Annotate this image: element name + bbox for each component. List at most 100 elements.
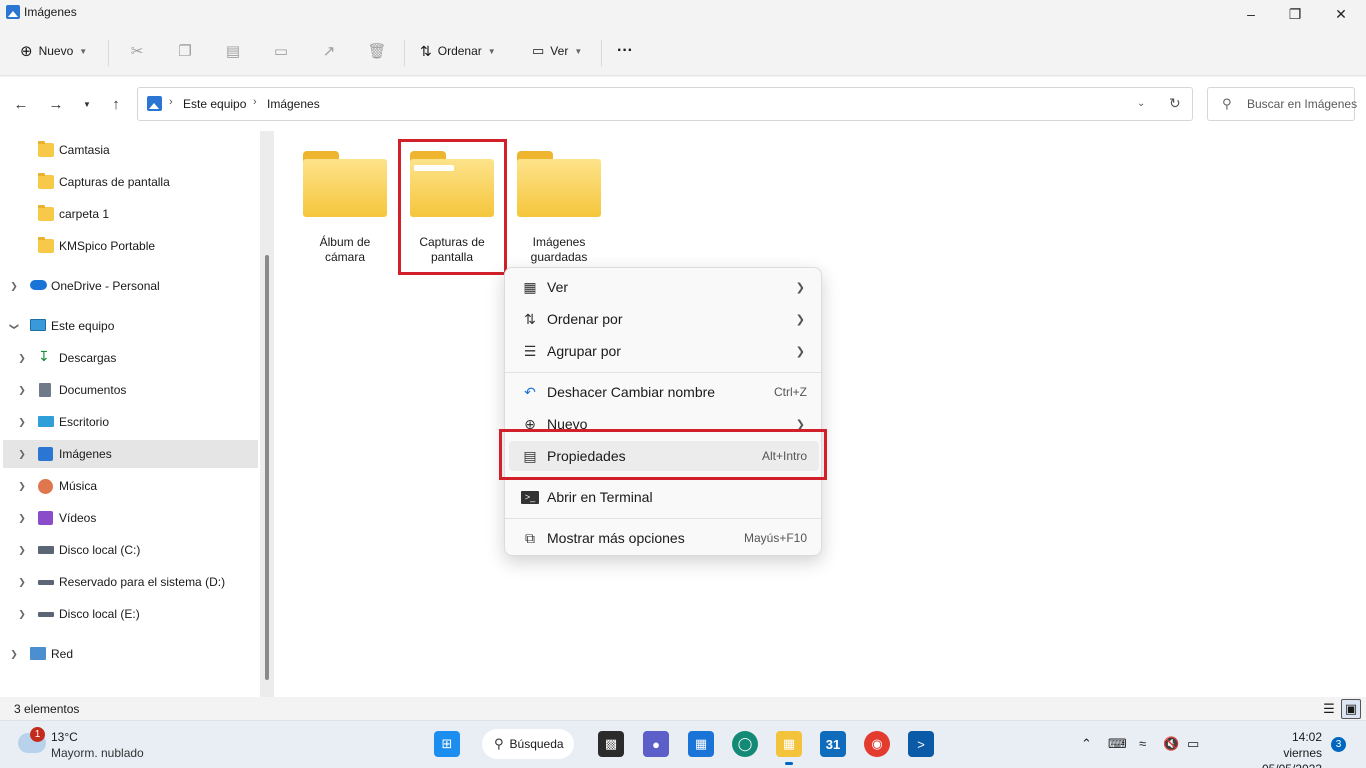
delete-icon[interactable]: 🗑 xyxy=(366,40,388,62)
sidebar-item-label: Vídeos xyxy=(59,511,97,525)
chevron-right-icon[interactable]: ❯ xyxy=(15,417,29,428)
sidebar-item-descargas[interactable]: ❯ ↧ Descargas xyxy=(0,344,258,372)
computer-icon xyxy=(30,319,46,331)
copy-icon[interactable]: ❐ xyxy=(174,40,196,62)
desktop-icon xyxy=(38,416,54,427)
chevron-right-icon[interactable]: ❯ xyxy=(15,609,29,620)
sidebar-item-videos[interactable]: ❯ Vídeos xyxy=(0,504,258,532)
chevron-right-icon[interactable]: ❯ xyxy=(15,577,29,588)
chevron-right-icon[interactable]: ❯ xyxy=(15,513,29,524)
powershell-icon[interactable]: > xyxy=(908,731,934,757)
chevron-right-icon[interactable]: ❯ xyxy=(15,481,29,492)
undo-icon: ↶ xyxy=(524,383,536,400)
menu-item-abrir-terminal[interactable]: >_ Abrir en Terminal xyxy=(509,482,819,512)
folder-icon xyxy=(517,151,601,217)
view-button[interactable]: ▭ Ver ▼ xyxy=(532,38,582,64)
chevron-right-icon[interactable]: ❯ xyxy=(15,545,29,556)
sidebar-item-label: Camtasia xyxy=(59,143,110,157)
recent-locations-chevron-icon[interactable]: ▼ xyxy=(76,93,98,115)
store-icon[interactable]: ▦ xyxy=(688,731,714,757)
view-button-label: Ver xyxy=(550,44,569,58)
chevron-right-icon[interactable]: ❯ xyxy=(7,649,21,660)
sidebar-scrollbar-thumb[interactable] xyxy=(265,255,269,680)
temperature[interactable]: 13°C xyxy=(51,730,78,744)
view-icon: ▭ xyxy=(532,43,545,58)
cut-icon[interactable]: ✂ xyxy=(126,40,148,62)
battery-icon[interactable]: ▭ xyxy=(1187,736,1199,752)
folder-album-camara[interactable]: Álbum de cámara xyxy=(302,151,388,265)
sidebar-item-label: carpeta 1 xyxy=(59,207,110,221)
sidebar-item-onedrive[interactable]: ❯ OneDrive - Personal xyxy=(0,272,258,300)
keyboard-icon[interactable]: ⌨ xyxy=(1108,736,1127,752)
address-bar[interactable]: › Este equipo › Imágenes ⌄ ↻ xyxy=(137,87,1193,121)
teams-chat-icon[interactable]: ● xyxy=(643,731,669,757)
folder-imagenes-guardadas[interactable]: Imágenes guardadas xyxy=(516,151,602,265)
title-bar: Imágenes – ❐ ✕ xyxy=(0,0,1366,28)
up-arrow-icon[interactable]: ↑ xyxy=(105,93,127,115)
details-view-icon[interactable]: ☰ xyxy=(1319,699,1339,719)
chevron-right-icon[interactable]: ❯ xyxy=(15,385,29,396)
chevron-down-icon[interactable]: ❯ xyxy=(9,319,20,333)
chevron-right-icon[interactable]: ❯ xyxy=(15,353,29,364)
sidebar-item-kmspico[interactable]: KMSpico Portable xyxy=(0,232,258,260)
menu-item-mas-opciones[interactable]: ⧉ Mostrar más opciones Mayús+F10 xyxy=(509,523,819,553)
search-box[interactable]: ⚲ Buscar en Imágenes xyxy=(1207,87,1357,121)
show-hidden-icons-chevron-icon[interactable]: ⌃ xyxy=(1081,736,1092,752)
sort-button-label: Ordenar xyxy=(437,44,482,58)
rename-icon[interactable]: ▭ xyxy=(270,40,292,62)
sidebar-item-label: KMSpico Portable xyxy=(59,239,156,253)
drive-d-icon xyxy=(38,580,54,585)
sidebar-item-carpeta-1[interactable]: carpeta 1 xyxy=(0,200,258,228)
file-explorer-icon[interactable]: ▦ xyxy=(776,731,802,765)
large-icons-view-icon[interactable]: ▣ xyxy=(1341,699,1361,719)
menu-item-agrupar-por[interactable]: ☰ Agrupar por ❯ xyxy=(509,336,819,366)
sidebar-item-musica[interactable]: ❯ Música xyxy=(0,472,258,500)
calendar-app-icon[interactable]: 31 xyxy=(820,731,846,757)
sidebar-item-capturas[interactable]: Capturas de pantalla xyxy=(0,168,258,196)
chrome-browser-icon[interactable]: ◉ xyxy=(864,731,890,757)
sidebar-item-imagenes[interactable]: ❯ Imágenes xyxy=(3,440,258,468)
more-options-button[interactable]: ··· xyxy=(617,38,633,64)
maximize-button[interactable]: ❐ xyxy=(1272,0,1318,28)
sidebar-item-disco-e[interactable]: ❯ Disco local (E:) xyxy=(0,600,258,628)
chevron-right-icon[interactable]: ❯ xyxy=(15,449,29,460)
address-dropdown-icon[interactable]: ⌄ xyxy=(1137,98,1145,109)
forward-arrow-icon[interactable]: → xyxy=(45,93,67,115)
chevron-down-icon: ▼ xyxy=(487,46,496,56)
sidebar-item-documentos[interactable]: ❯ Documentos xyxy=(0,376,258,404)
sort-icon: ⇅ xyxy=(524,310,536,327)
sidebar-item-this-pc[interactable]: ❯ Este equipo xyxy=(0,312,258,340)
folder-icon xyxy=(38,173,54,189)
minimize-button[interactable]: – xyxy=(1228,0,1274,28)
start-windows-icon[interactable]: ⊞ xyxy=(434,731,460,757)
back-arrow-icon[interactable]: ← xyxy=(10,93,32,115)
new-button[interactable]: ⊕ Nuevo ▼ xyxy=(20,38,87,64)
close-button[interactable]: ✕ xyxy=(1318,0,1364,28)
clock-date: viernes 05/05/2023 xyxy=(1262,746,1322,768)
sidebar-item-escritorio[interactable]: ❯ Escritorio xyxy=(0,408,258,436)
sidebar-item-red[interactable]: ❯ Red xyxy=(0,640,258,668)
taskbar-search[interactable]: ⚲ Búsqueda xyxy=(482,729,574,759)
chevron-right-icon[interactable]: ❯ xyxy=(7,281,21,292)
sidebar-item-reservado-d[interactable]: ❯ Reservado para el sistema (D:) xyxy=(0,568,258,596)
edge-browser-icon[interactable]: ◯ xyxy=(732,731,758,757)
notification-badge[interactable]: 3 xyxy=(1331,737,1346,752)
paste-icon[interactable]: ▤ xyxy=(222,40,244,62)
menu-item-ver[interactable]: ▦ Ver ❯ xyxy=(509,272,819,302)
menu-item-deshacer[interactable]: ↶ Deshacer Cambiar nombre Ctrl+Z xyxy=(509,377,819,407)
weather-condition[interactable]: Mayorm. nublado xyxy=(51,746,144,760)
sidebar-item-camtasia[interactable]: Camtasia xyxy=(0,136,258,164)
breadcrumb-separator-icon: › xyxy=(253,96,257,108)
share-icon[interactable]: ↗ xyxy=(318,40,340,62)
sidebar-item-disco-c[interactable]: ❯ Disco local (C:) xyxy=(0,536,258,564)
sort-button[interactable]: ⇅ Ordenar ▼ xyxy=(420,38,496,64)
task-view-icon[interactable]: ▩ xyxy=(598,731,624,757)
volume-muted-icon[interactable]: 🔇 xyxy=(1163,736,1179,752)
menu-item-ordenar-por[interactable]: ⇅ Ordenar por ❯ xyxy=(509,304,819,334)
refresh-icon[interactable]: ↻ xyxy=(1169,95,1181,112)
wifi-icon[interactable]: ≈ xyxy=(1139,736,1146,751)
sidebar-item-label: Disco local (C:) xyxy=(59,543,141,557)
breadcrumb-images[interactable]: Imágenes xyxy=(267,97,320,111)
system-clock[interactable]: 14:02 viernes 05/05/2023 xyxy=(1222,729,1322,768)
breadcrumb-this-pc[interactable]: Este equipo xyxy=(183,97,246,111)
